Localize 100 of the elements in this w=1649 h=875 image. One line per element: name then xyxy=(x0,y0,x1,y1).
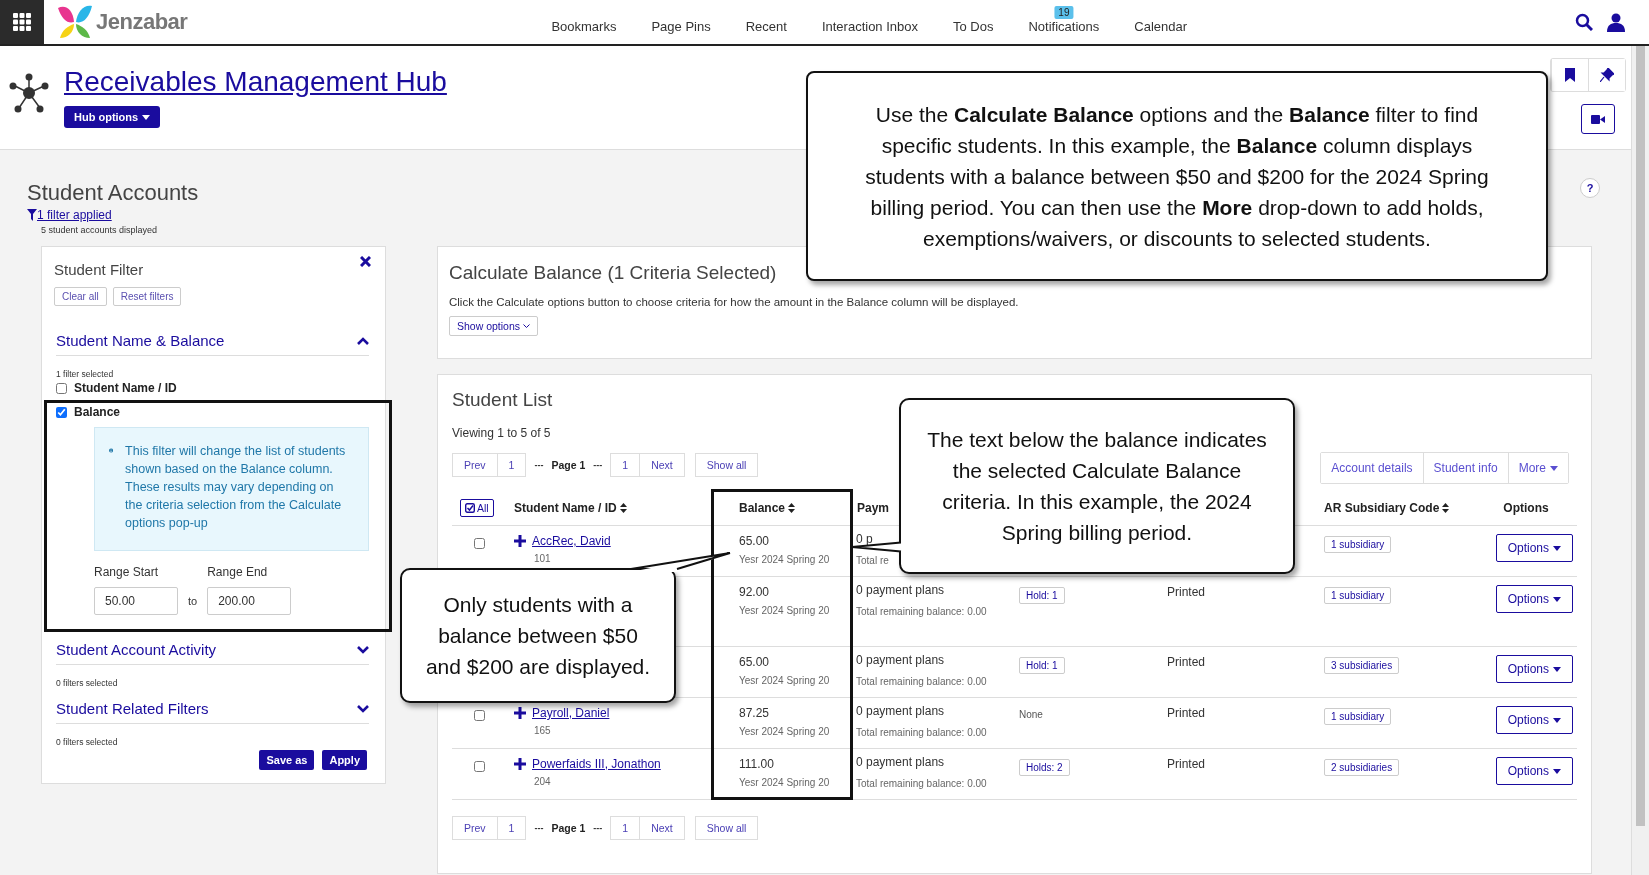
column-header[interactable]: Student Name / ID xyxy=(514,501,617,515)
prev-button[interactable]: Prev xyxy=(452,453,498,477)
page-button[interactable]: 1 xyxy=(497,816,527,840)
column-header[interactable]: Paym xyxy=(857,501,890,515)
apply-button[interactable]: Apply xyxy=(322,750,367,770)
video-button[interactable] xyxy=(1581,104,1615,134)
filter-action-button[interactable]: Reset filters xyxy=(112,287,182,306)
page-label: Page 1 xyxy=(551,822,586,834)
print-status: Printed xyxy=(1167,655,1206,669)
column-header[interactable]: AR Subsidiary Code xyxy=(1324,501,1440,515)
range-start-label: Range Start xyxy=(94,565,160,579)
next-button[interactable]: Next xyxy=(640,816,685,840)
subsidiary-badge[interactable]: 2 subsidiaries xyxy=(1324,759,1400,776)
options-button[interactable]: Options xyxy=(1495,655,1573,683)
plus-icon[interactable] xyxy=(514,758,526,770)
checkbox[interactable] xyxy=(474,710,485,721)
section-header[interactable]: Student Name & Balance xyxy=(56,332,225,349)
page-button[interactable]: 1 xyxy=(497,453,527,477)
scrollbar[interactable] xyxy=(1631,46,1649,875)
options-button[interactable]: Options xyxy=(1495,706,1573,734)
payment-plans: 0 payment plans xyxy=(856,704,945,718)
balance-amount: 87.25 xyxy=(739,706,771,720)
nav-link[interactable]: Page Pins xyxy=(651,10,711,34)
checkbox[interactable] xyxy=(56,382,67,394)
hub-options-button[interactable]: Hub options xyxy=(64,106,161,128)
ellipsis: --- xyxy=(534,823,544,833)
user-icon[interactable] xyxy=(1607,12,1625,32)
column-header: Options xyxy=(1503,501,1549,515)
student-id: 204 xyxy=(534,776,551,787)
plus-icon[interactable] xyxy=(514,535,526,547)
card-title: Student List xyxy=(452,389,554,411)
page-button[interactable]: 1 xyxy=(610,816,641,840)
help-button[interactable]: ? xyxy=(1580,178,1600,198)
bookmark-icon xyxy=(1565,68,1575,82)
callout: Only students with a balance between $50 and $200 are displayed. xyxy=(400,568,676,703)
filter-action-button[interactable]: Clear all xyxy=(54,287,107,306)
toolbar-button[interactable]: More xyxy=(1507,453,1568,483)
hold-text: None xyxy=(1019,709,1043,720)
balance-criteria: Yesr 2024 Spring 20 xyxy=(739,604,830,617)
ellipsis: --- xyxy=(593,460,603,470)
chevron-down-icon[interactable] xyxy=(357,645,369,654)
hold-badge[interactable]: Hold: 1 xyxy=(1019,587,1065,604)
hold-badge[interactable]: Hold: 1 xyxy=(1019,657,1065,674)
sort-icon xyxy=(619,503,627,513)
filter-link[interactable]: 1 filter applied xyxy=(37,208,112,222)
checkbox[interactable] xyxy=(56,406,67,418)
subsidiary-badge[interactable]: 3 subsidiaries xyxy=(1324,657,1400,674)
next-button[interactable]: Next xyxy=(640,453,685,477)
range-start-field[interactable]: 50.00 xyxy=(94,587,178,615)
plus-icon[interactable] xyxy=(514,707,526,719)
checkbox[interactable] xyxy=(474,538,485,549)
options-button[interactable]: Options xyxy=(1495,534,1573,562)
options-button[interactable]: Options xyxy=(1495,757,1573,785)
select-all-button[interactable]: All xyxy=(460,499,494,517)
prev-button[interactable]: Prev xyxy=(452,816,498,840)
remaining-balance: Total remaining balance: 0.00 xyxy=(856,777,987,790)
page-title-link[interactable]: Receivables Management Hub xyxy=(64,66,447,98)
sort-icon xyxy=(788,503,796,513)
student-link[interactable]: Payroll, Daniel xyxy=(532,706,610,720)
checkbox[interactable] xyxy=(474,761,485,772)
chevron-up-icon[interactable] xyxy=(357,336,369,345)
nav-link[interactable]: Recent xyxy=(745,10,787,34)
payment-plans: 0 payment plans xyxy=(856,583,945,597)
nav-link[interactable]: Interaction Inbox xyxy=(821,10,918,34)
card-description: Click the Calculate options button to choose criteria for how the amount in the Balance column will be displayed. xyxy=(449,296,1020,308)
balance-criteria: Yesr 2024 Spring 20 xyxy=(739,553,830,566)
panel-title: Student Filter xyxy=(54,261,144,278)
range-end-label: Range End xyxy=(207,565,269,579)
page-button[interactable]: 1 xyxy=(610,453,641,477)
student-link[interactable]: AccRec, David xyxy=(532,534,611,548)
payment-plans: 0 p xyxy=(856,532,873,546)
app-grid-icon[interactable] xyxy=(0,0,44,44)
show-options-button[interactable]: Show options xyxy=(449,316,539,336)
subsidiary-badge[interactable]: 1 subsidiary xyxy=(1324,708,1392,725)
section-title: Student Accounts xyxy=(27,180,199,206)
hold-badge[interactable]: Holds: 2 xyxy=(1019,759,1070,776)
nav-link[interactable]: Calendar xyxy=(1134,10,1188,34)
ellipsis: --- xyxy=(593,823,603,833)
chevron-down-icon[interactable] xyxy=(357,704,369,713)
column-header[interactable]: Balance xyxy=(739,501,786,515)
subsidiary-badge[interactable]: 1 subsidiary xyxy=(1324,587,1392,604)
video-camera-icon xyxy=(1591,114,1605,124)
balance-criteria: Yesr 2024 Spring 20 xyxy=(739,776,830,789)
save-as-button[interactable]: Save as xyxy=(259,750,315,770)
to-label: to xyxy=(187,595,199,609)
options-button[interactable]: Options xyxy=(1495,585,1573,613)
subsidiary-badge[interactable]: 1 subsidiary xyxy=(1324,536,1392,553)
balance-amount: 65.00 xyxy=(739,655,771,669)
section-header[interactable]: Student Related Filters xyxy=(56,700,209,717)
nav-link[interactable]: To Dos xyxy=(953,10,994,34)
range-end-field[interactable]: 200.00 xyxy=(207,587,292,615)
show-all-button[interactable]: Show all xyxy=(694,453,759,477)
student-link[interactable]: Powerfaids III, Jonathon xyxy=(532,757,661,771)
show-all-button[interactable]: Show all xyxy=(694,816,759,840)
checkbox-icon xyxy=(465,503,475,513)
section-header[interactable]: Student Account Activity xyxy=(56,641,217,658)
callout: Use the Calculate Balance options and the Balance filter to find specific students. In this example, the Balance column displays students with a balance between $50 and $200 for the 2024 Spring billing period. You can then use the More drop-down to add holds, exemptions/waivers, or discounts to selected students. xyxy=(806,71,1548,281)
nav-link[interactable]: Bookmarks xyxy=(551,10,617,34)
search-icon[interactable] xyxy=(1575,13,1593,31)
pin-button[interactable] xyxy=(1588,59,1625,91)
